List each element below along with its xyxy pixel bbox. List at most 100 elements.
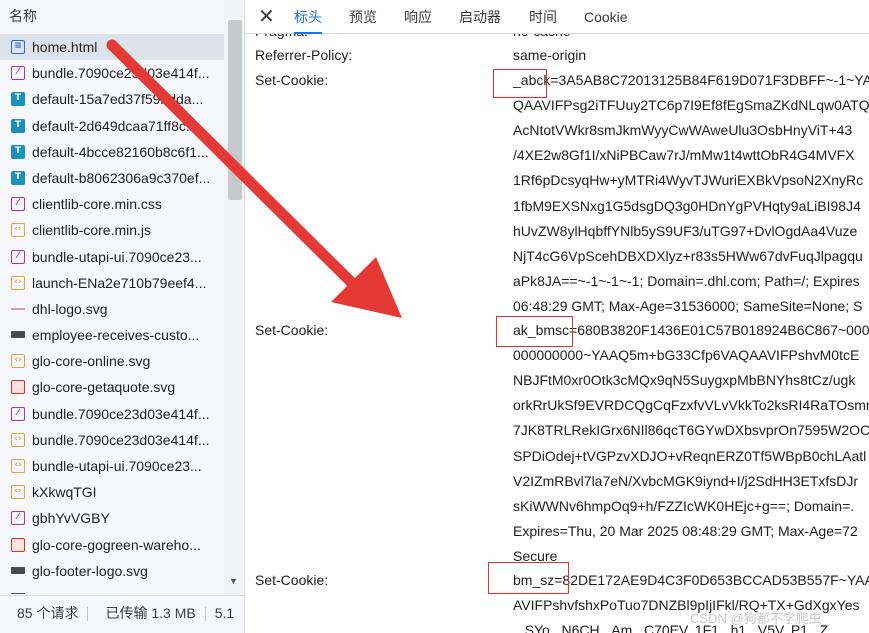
request-row[interactable]: ‹› clientlib-core.min.js bbox=[0, 217, 224, 243]
script-icon: ‹› bbox=[11, 485, 25, 500]
header-value-line: AcNtotVWkr8smJkmWyyCwWAweUlu3OsbHnyViT+4… bbox=[513, 122, 853, 139]
tab-initiator[interactable]: 启动器 bbox=[459, 0, 501, 34]
request-name: kXkwqTGI bbox=[32, 484, 97, 501]
request-row[interactable]: ⁄ bundle-utapi-ui.7090ce23... bbox=[0, 244, 224, 270]
request-name: gbhYvVGBY bbox=[32, 510, 110, 527]
header-value-line: NjT4cG6VpScehDBXDXlyz+r83s5HWw67dvFuqJlp… bbox=[513, 247, 863, 264]
header-key: Pragma: bbox=[255, 34, 308, 39]
request-row[interactable]: ... bbox=[0, 584, 224, 594]
request-row[interactable]: dhl-logo.svg bbox=[0, 296, 224, 322]
header-value-line: 7JK8TRLRekIGrx6NIl86qcT6GYwDXbsvprOn7595… bbox=[513, 422, 869, 439]
request-row[interactable]: ≡ home.html bbox=[0, 34, 224, 61]
request-list: ≡ home.html ⁄ bundle.7090ce23d03e414f... Tde… bbox=[0, 34, 224, 594]
tab-timing[interactable]: 时间 bbox=[529, 0, 557, 34]
header-value-line: Expires=Thu, 20 Mar 2025 08:48:29 GMT; M… bbox=[513, 522, 858, 539]
request-row[interactable]: Tdefault-15a7ed37f59bdda... bbox=[0, 86, 224, 112]
header-value-line: 1fbM9EXSNxg1G5dsgDQ3g0HDnYgPVHqty9aLiBI9… bbox=[513, 197, 861, 214]
name-column-header[interactable]: 名称 bbox=[0, 0, 222, 32]
request-name: glo-core-online.svg bbox=[32, 353, 151, 370]
tab-headers[interactable]: 标头 bbox=[294, 0, 322, 34]
resource-size: 5.1 bbox=[214, 605, 235, 621]
details-tabs: ✕ 标头 预览 响应 启动器 时间 Cookie bbox=[245, 0, 869, 34]
svg-red-icon bbox=[11, 537, 25, 552]
request-row[interactable]: ‹› launch-ENa2e710b79eef4... bbox=[0, 270, 224, 296]
response-headers: Pragma: no-cache Referrer-Policy: same-orig… bbox=[245, 34, 869, 633]
header-value-line: SPDiOdej+tVGPzvXDJO+vReqnERZ0Tf5WBpB0chL… bbox=[513, 447, 867, 464]
request-row[interactable]: Tdefault-2d649dcaa71ff8c... bbox=[0, 113, 224, 139]
header-key: Set-Cookie: bbox=[255, 572, 329, 588]
request-row[interactable]: ⁄ clientlib-core.min.css bbox=[0, 191, 224, 217]
header-value-line: ak_bmsc=680B3820F1436E01C57B018924B6C867… bbox=[513, 322, 869, 338]
header-value-line: 1Rf6pDcsyqHw+yMTRi4WyvTJWuriEXBkVpsoN2Xn… bbox=[513, 172, 864, 189]
request-name: clientlib-core.min.css bbox=[32, 196, 162, 213]
header-value-line: bm_sz=82DE172AE9D4C3F0D653BCCAD53B557F~Y… bbox=[513, 572, 869, 588]
request-name: default-4bcce82160b8c6f1... bbox=[32, 143, 209, 160]
request-row[interactable]: Tdefault-4bcce82160b8c6f1... bbox=[0, 139, 224, 165]
script-icon: ‹› bbox=[11, 275, 25, 290]
header-value-line: no-cache bbox=[513, 34, 571, 39]
image-icon bbox=[11, 592, 25, 594]
watermark: CSDN @狗都不学爬虫_ bbox=[690, 611, 829, 626]
status-bar: 85 个请求 已传输 1.3 MB 5.1 bbox=[0, 595, 244, 633]
request-name: bundle-utapi-ui.7090ce23... bbox=[32, 248, 202, 265]
header-value-line: orkRrUkSf9EVRDCQgCqFzxfvVLvVkkTo2ksRI4Ra… bbox=[513, 397, 869, 414]
details-panel: ✕ 标头 预览 响应 启动器 时间 Cookie Pragma: no-cache… bbox=[245, 0, 869, 633]
header-value-line: same-origin bbox=[513, 47, 587, 63]
request-row[interactable]: glo-core-gogreen-wareho... bbox=[0, 532, 224, 558]
tab-response[interactable]: 响应 bbox=[404, 0, 432, 34]
image-icon bbox=[11, 566, 25, 574]
request-row[interactable]: ‹› bundle-utapi-ui.7090ce23... bbox=[0, 453, 224, 479]
request-row[interactable]: glo-footer-logo.svg bbox=[0, 558, 224, 584]
header-value-line: 06:48:29 GMT; Max-Age=31536000; SameSite… bbox=[513, 297, 863, 314]
stylesheet-icon: ⁄ bbox=[11, 406, 25, 421]
header-value-line: V2IZmRBvl7la7eN/XvbcMGK9iynd+I/j2SdHH3ET… bbox=[513, 472, 859, 489]
script-icon: ‹› bbox=[11, 223, 25, 238]
stylesheet-icon: ⁄ bbox=[11, 511, 25, 526]
font-icon: T bbox=[11, 118, 25, 133]
stylesheet-icon: ⁄ bbox=[11, 197, 25, 212]
request-row[interactable]: ⁄ bundle.7090ce23d03e414f... bbox=[0, 60, 224, 86]
request-row[interactable]: ⁄ gbhYvVGBY bbox=[0, 505, 224, 531]
script-icon: ‹› bbox=[11, 432, 25, 447]
request-name: employee-receives-custo... bbox=[32, 327, 200, 344]
request-name: ... bbox=[32, 589, 44, 594]
font-icon: T bbox=[11, 92, 25, 107]
request-name: bundle.7090ce23d03e414f... bbox=[32, 431, 210, 448]
request-name: default-2d649dcaa71ff8c... bbox=[32, 117, 198, 134]
request-name: bundle.7090ce23d03e414f... bbox=[32, 405, 210, 422]
request-name: launch-ENa2e710b79eef4... bbox=[32, 274, 207, 291]
tab-cookie[interactable]: Cookie bbox=[584, 0, 628, 34]
stylesheet-icon: ⁄ bbox=[11, 249, 25, 264]
scrollbar-thumb[interactable] bbox=[228, 20, 242, 200]
doc-icon: ≡ bbox=[11, 40, 25, 54]
image-icon bbox=[11, 331, 25, 339]
header-value-line: _abck=3A5AB8C72013125B84F619D071F3DBFF~-… bbox=[513, 72, 869, 88]
close-icon[interactable]: ✕ bbox=[258, 4, 275, 29]
request-row[interactable]: ‹› glo-core-online.svg bbox=[0, 348, 224, 374]
script-icon: ‹› bbox=[11, 354, 25, 369]
request-name: bundle-utapi-ui.7090ce23... bbox=[32, 458, 202, 474]
request-list-panel: 名称 ≡ home.html ⁄ bundle.7090ce23d03e414f...… bbox=[0, 0, 244, 633]
tab-preview[interactable]: 预览 bbox=[349, 0, 377, 34]
request-name: default-b8062306a9c370ef... bbox=[32, 169, 211, 186]
request-row[interactable]: ‹› bundle.7090ce23d03e414f... bbox=[0, 427, 224, 453]
font-icon: T bbox=[11, 170, 25, 185]
header-key: Set-Cookie: bbox=[255, 72, 329, 88]
header-key: Set-Cookie: bbox=[255, 322, 329, 338]
request-row[interactable]: ⁄ bundle.7090ce23d03e414f... bbox=[0, 401, 224, 427]
request-row[interactable]: ‹› kXkwqTGI bbox=[0, 479, 224, 505]
header-value-line: hUvZW8ylHqbffYNlb5yS9UF3/uTG97+DvlOgdAa4… bbox=[513, 222, 858, 239]
header-value-line: QAAVIFPsg2iTFUuy2TC6p7I9Ef8fEgSmaZKdNLqw… bbox=[513, 97, 869, 114]
request-name: glo-core-getaquote.svg bbox=[32, 379, 176, 396]
request-name: clientlib-core.min.js bbox=[32, 222, 152, 239]
request-row[interactable]: glo-core-getaquote.svg bbox=[0, 374, 224, 400]
header-value-line: aPk8JA==~-1~-1~-1; Domain=.dhl.com; Path… bbox=[513, 272, 860, 289]
transferred-size: 已传输 1.3 MB bbox=[105, 605, 196, 621]
request-row[interactable]: employee-receives-custo... bbox=[0, 322, 224, 348]
header-value-line: NBJFtM0xr0Otk3cMQx9qN5SuygxpMbBNYhs8tCz/… bbox=[513, 372, 856, 389]
request-name: home.html bbox=[32, 39, 98, 55]
request-row[interactable]: Tdefault-b8062306a9c370ef... bbox=[0, 165, 224, 191]
header-key: Referrer-Policy: bbox=[255, 47, 353, 63]
image-dash-icon bbox=[11, 307, 25, 310]
scroll-down-icon[interactable]: ▼ bbox=[229, 576, 238, 586]
